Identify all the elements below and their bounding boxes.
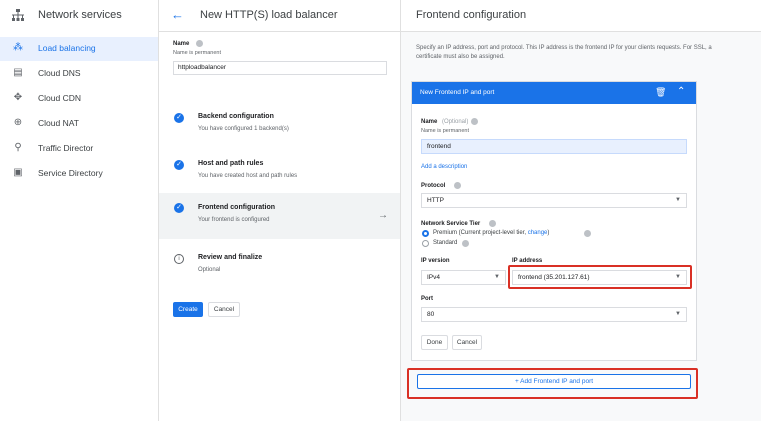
frontend-description: Specify an IP address, port and protocol… [416, 45, 712, 60]
nav-item-traffic-director[interactable]: ⚲ Traffic Director [0, 137, 158, 161]
port-select[interactable]: 80 ▼ [421, 307, 687, 322]
nav-title: Network services [38, 9, 122, 21]
step-title: Review and finalize [198, 254, 263, 261]
card-header: New Frontend IP and port 🗑 ⌃ [412, 82, 696, 104]
name-label: Name [173, 41, 190, 47]
step-frontend[interactable]: ✓ Frontend configuration Your frontend i… [159, 193, 401, 239]
lb-name-input[interactable]: httploadbalancer [173, 61, 387, 75]
arrow-right-icon: → [378, 210, 388, 221]
check-icon: ✓ [174, 203, 184, 213]
card-cancel-button[interactable]: Cancel [452, 335, 482, 350]
tier-standard-radio[interactable] [422, 240, 429, 247]
name-help: Name is permanent [173, 50, 221, 56]
left-nav: Network services ⁂ Load balancing ▤ Clou… [0, 0, 158, 421]
step-subtitle: Your frontend is configured [198, 217, 270, 223]
traffic-director-icon: ⚲ [14, 142, 22, 153]
chevron-down-icon: ▼ [675, 197, 681, 203]
chevron-down-icon: ▼ [675, 311, 681, 317]
help-icon[interactable] [454, 182, 461, 189]
help-icon[interactable] [489, 220, 496, 227]
help-icon[interactable] [471, 118, 478, 125]
collapse-icon[interactable]: ⌃ [677, 86, 685, 97]
page-title: New HTTP(S) load balancer [200, 9, 338, 21]
fe-name-label: Name [421, 119, 438, 125]
highlight-add-button [407, 368, 698, 399]
nav-item-label: Cloud DNS [38, 68, 81, 78]
fe-name-optional: (Optional) [442, 119, 469, 125]
ip-address-label: IP address [512, 258, 543, 264]
port-label: Port [421, 296, 433, 302]
wizard-header: ← New HTTP(S) load balancer [159, 0, 400, 32]
help-icon[interactable] [462, 240, 469, 247]
done-button[interactable]: Done [421, 335, 448, 350]
highlight-ip-address [508, 265, 692, 289]
check-icon: ✓ [174, 160, 184, 170]
tier-change-link[interactable]: change [528, 230, 548, 236]
nav-item-load-balancing[interactable]: ⁂ Load balancing [0, 37, 158, 61]
nav-item-service-directory[interactable]: ▣ Service Directory [0, 162, 158, 186]
nav-header: Network services [0, 0, 158, 32]
step-subtitle: You have configured 1 backend(s) [198, 126, 289, 132]
create-button[interactable]: Create [173, 302, 203, 317]
protocol-value: HTTP [427, 197, 444, 204]
chevron-down-icon: ▼ [494, 274, 500, 280]
step-title: Frontend configuration [198, 204, 275, 211]
nav-item-label: Load balancing [38, 43, 96, 53]
tier-standard-label: Standard [433, 240, 458, 246]
cdn-icon: ✥ [13, 92, 23, 103]
fe-name-input[interactable]: frontend [421, 139, 687, 154]
back-arrow-icon[interactable]: ← [171, 7, 184, 22]
step-subtitle: Optional [198, 267, 221, 273]
frontend-panel: Frontend configuration Specify an IP add… [400, 0, 761, 421]
info-icon: i [174, 254, 184, 264]
nav-item-label: Cloud NAT [38, 118, 79, 128]
step-title: Host and path rules [198, 160, 264, 167]
nav-item-label: Traffic Director [38, 143, 94, 153]
check-icon: ✓ [174, 113, 184, 123]
nat-icon: ⊕ [13, 117, 23, 128]
service-directory-icon: ▣ [13, 167, 23, 178]
dns-icon: ▤ [13, 67, 23, 78]
step-review[interactable]: i Review and finalize Optional [159, 249, 401, 293]
fe-name-help: Name is permanent [421, 128, 469, 134]
protocol-select[interactable]: HTTP ▼ [421, 193, 687, 208]
network-services-icon [12, 9, 24, 21]
nav-item-cloud-cdn[interactable]: ✥ Cloud CDN [0, 87, 158, 111]
nav-item-cloud-nat[interactable]: ⊕ Cloud NAT [0, 112, 158, 136]
cancel-button[interactable]: Cancel [208, 302, 240, 317]
tier-premium-label: Premium (Current project-level tier, cha… [433, 230, 550, 236]
step-title: Backend configuration [198, 113, 274, 120]
frontend-card: New Frontend IP and port 🗑 ⌃ Name (Optio… [411, 81, 697, 361]
step-subtitle: You have created host and path rules [198, 173, 298, 179]
delete-icon[interactable]: 🗑 [655, 87, 666, 98]
nav-item-label: Cloud CDN [38, 93, 81, 103]
ip-version-value: IPv4 [427, 274, 441, 281]
wizard-panel: ← New HTTP(S) load balancer Name Name is… [158, 0, 401, 421]
tier-premium-radio[interactable] [422, 230, 429, 237]
add-description-link[interactable]: Add a description [421, 164, 467, 170]
frontend-title: Frontend configuration [416, 9, 527, 21]
step-backend[interactable]: ✓ Backend configuration You have configu… [159, 108, 401, 152]
frontend-header: Frontend configuration [401, 0, 761, 32]
help-icon[interactable] [584, 230, 591, 237]
ip-version-label: IP version [421, 258, 450, 264]
nav-item-cloud-dns[interactable]: ▤ Cloud DNS [0, 62, 158, 86]
nav-item-label: Service Directory [38, 168, 103, 178]
ip-version-select[interactable]: IPv4 ▼ [421, 270, 506, 285]
card-title: New Frontend IP and port [420, 89, 495, 96]
protocol-label: Protocol [421, 183, 446, 189]
port-value: 80 [427, 311, 435, 318]
load-balancing-icon: ⁂ [13, 42, 23, 53]
help-icon[interactable] [196, 40, 203, 47]
tier-label: Network Service Tier [421, 221, 481, 227]
